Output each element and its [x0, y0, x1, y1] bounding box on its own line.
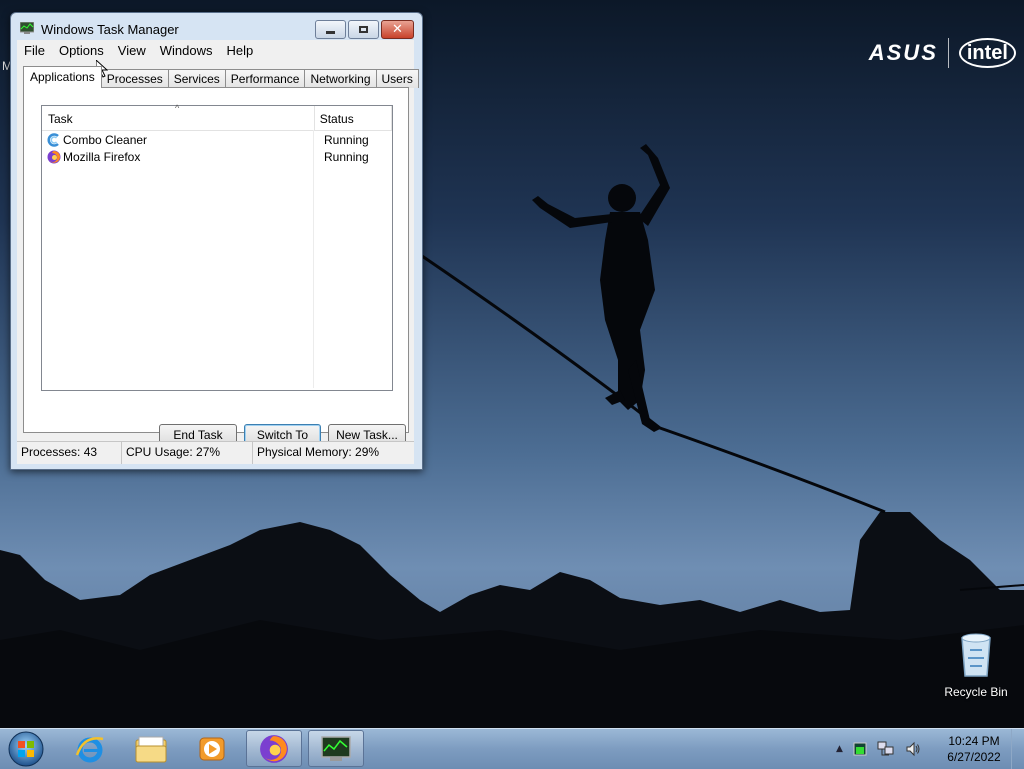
list-rows: Combo Cleaner Running Mozilla Firefox Ru… [42, 131, 392, 165]
taskbar-firefox[interactable] [246, 730, 302, 767]
maximize-icon [359, 26, 368, 33]
column-header-status[interactable]: Status [315, 106, 392, 130]
taskbar-media-player[interactable] [184, 730, 240, 767]
system-clock[interactable]: 10:24 PM 6/27/2022 [940, 733, 1008, 765]
clock-time: 10:24 PM [948, 734, 1000, 748]
window-title: Windows Task Manager [41, 22, 179, 37]
tab-strip: Applications Processes Services Performa… [23, 66, 419, 88]
asus-logo: ASUS [868, 40, 938, 65]
list-header: ^ Task Status [42, 103, 392, 131]
volume-icon[interactable] [905, 741, 921, 757]
taskbar-task-manager[interactable] [308, 730, 364, 767]
maximize-button[interactable] [348, 20, 379, 39]
task-status: Running [324, 149, 369, 164]
minimize-button[interactable] [315, 20, 346, 39]
tab-processes[interactable]: Processes [100, 69, 169, 88]
minimize-icon [326, 31, 335, 34]
task-manager-icon [20, 22, 34, 34]
task-list[interactable]: ^ Task Status Combo Cleaner Running Mozi… [41, 103, 393, 391]
task-name: Combo Cleaner [63, 132, 148, 147]
recycle-bin-icon [961, 633, 991, 677]
firefox-icon [260, 734, 288, 763]
menu-view[interactable]: View [111, 43, 153, 58]
recycle-bin-label: Recycle Bin [944, 685, 1008, 699]
task-name: Mozilla Firefox [63, 149, 141, 164]
applications-panel: ^ Task Status Combo Cleaner Running Mozi… [23, 87, 409, 446]
taskbar-file-explorer[interactable] [123, 730, 179, 767]
brand-logos: ASUS intel [869, 38, 1016, 68]
processes-count: Processes: 43 [17, 442, 122, 464]
show-hidden-icons-button[interactable]: ▲ [836, 744, 843, 754]
system-tray: ▲ [836, 729, 921, 769]
physical-memory: Physical Memory: 29% [257, 445, 380, 459]
tab-services[interactable]: Services [167, 69, 226, 88]
tab-performance[interactable]: Performance [224, 69, 306, 88]
close-button[interactable]: ✕ [381, 20, 414, 39]
task-manager-tray-icon[interactable] [853, 742, 867, 756]
file-explorer-icon [135, 736, 167, 762]
menu-help[interactable]: Help [219, 43, 260, 58]
recycle-bin[interactable]: Recycle Bin [938, 630, 1014, 699]
network-icon[interactable] [877, 741, 895, 757]
task-cell: Combo Cleaner [42, 133, 319, 147]
list-item[interactable]: Combo Cleaner Running [42, 131, 392, 148]
menu-options[interactable]: Options [52, 43, 111, 58]
combo-cleaner-icon [47, 132, 59, 147]
close-icon: ✕ [392, 22, 403, 37]
title-bar[interactable]: Windows Task Manager ✕ [11, 13, 422, 43]
task-cell: Mozilla Firefox [42, 150, 319, 164]
menu-file[interactable]: File [17, 43, 52, 58]
status-bar: Processes: 43 CPU Usage: 27% Physical Me… [17, 441, 414, 464]
tab-networking[interactable]: Networking [304, 69, 377, 88]
media-player-icon [199, 737, 225, 760]
tab-users[interactable]: Users [375, 69, 419, 88]
firefox-icon [47, 150, 61, 163]
task-manager-icon [321, 735, 351, 761]
slackline [421, 254, 886, 514]
menu-bar: File Options View Windows Help [17, 40, 414, 60]
taskbar-internet-explorer[interactable] [62, 730, 118, 767]
task-status: Running [324, 132, 369, 147]
cpu-usage: CPU Usage: 27% [122, 442, 253, 464]
column-divider [313, 130, 314, 388]
brand-divider [947, 38, 949, 68]
show-desktop-button[interactable] [1011, 729, 1024, 769]
intel-logo: intel [958, 38, 1016, 68]
start-button[interactable] [6, 730, 46, 768]
sort-indicator-icon: ^ [175, 103, 180, 113]
list-item[interactable]: Mozilla Firefox Running [42, 148, 392, 165]
task-manager-window[interactable]: Windows Task Manager ✕ File Options View… [10, 12, 423, 470]
internet-explorer-icon [75, 736, 104, 762]
client-area: Applications Processes Services Performa… [17, 60, 419, 462]
menu-windows[interactable]: Windows [153, 43, 220, 58]
tab-applications[interactable]: Applications [23, 66, 102, 88]
taskbar: ▲ 10:24 PM 6/27/2022 [0, 728, 1024, 769]
clock-date: 6/27/2022 [947, 750, 1001, 764]
slackliner-silhouette [532, 144, 670, 432]
